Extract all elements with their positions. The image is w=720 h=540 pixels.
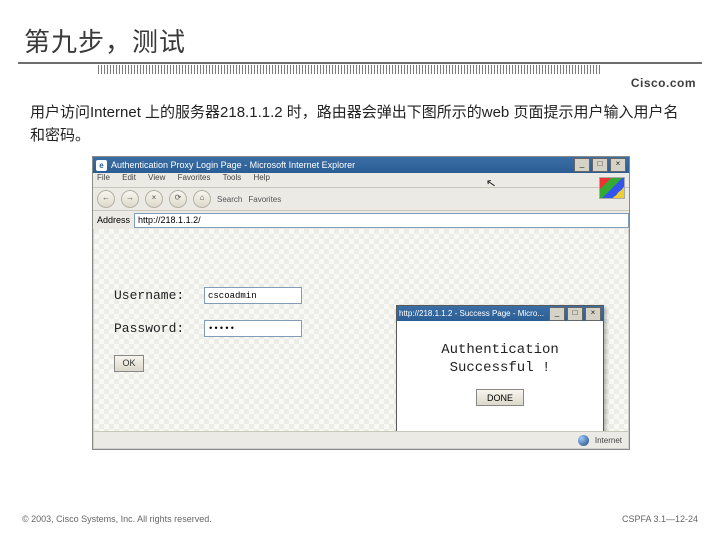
- menu-favorites[interactable]: Favorites: [178, 173, 211, 182]
- cisco-logo-text: Cisco.com: [631, 76, 696, 90]
- slide-title: 第九步，测试: [24, 22, 186, 59]
- login-form: Username: Password: OK: [114, 287, 364, 372]
- favorites-button[interactable]: Favorites: [248, 195, 281, 204]
- status-zone: Internet: [595, 436, 622, 445]
- menu-edit[interactable]: Edit: [122, 173, 136, 182]
- menu-file[interactable]: File: [97, 173, 110, 182]
- search-button[interactable]: Search: [217, 195, 242, 204]
- password-field[interactable]: [204, 320, 302, 337]
- globe-icon: [578, 435, 589, 446]
- popup-titlebar: http://218.1.1.2 - Success Page - Micro.…: [397, 306, 603, 321]
- copyright-text: © 2003, Cisco Systems, Inc. All rights r…: [22, 514, 212, 524]
- popup-maximize-button[interactable]: □: [567, 307, 583, 321]
- cursor-icon: ↖: [485, 175, 497, 191]
- windows-flag-icon: [599, 177, 625, 199]
- home-button[interactable]: ⌂: [193, 190, 211, 208]
- menu-help[interactable]: Help: [254, 173, 270, 182]
- forward-button[interactable]: →: [121, 190, 139, 208]
- back-button[interactable]: ←: [97, 190, 115, 208]
- ie-icon: e: [96, 160, 107, 171]
- stop-button[interactable]: ×: [145, 190, 163, 208]
- slide-body-text: 用户访问Internet 上的服务器218.1.1.2 时，路由器会弹出下图所示…: [30, 102, 690, 147]
- refresh-button[interactable]: ⟳: [169, 190, 187, 208]
- popup-body: Authentication Successful ! DONE: [397, 321, 603, 407]
- address-input[interactable]: [134, 213, 629, 228]
- menu-tools[interactable]: Tools: [223, 173, 242, 182]
- username-label: Username:: [114, 288, 204, 303]
- popup-line1: Authentication: [397, 341, 603, 359]
- ie-menubar: File Edit View Favorites Tools Help: [93, 173, 629, 188]
- minimize-button[interactable]: _: [574, 158, 590, 172]
- close-button[interactable]: ×: [610, 158, 626, 172]
- maximize-button[interactable]: □: [592, 158, 608, 172]
- ie-toolbar: ← → × ⟳ ⌂ Search Favorites: [93, 188, 629, 211]
- username-field[interactable]: [204, 287, 302, 304]
- ie-content-area: Username: Password: OK http://218.1.1.2 …: [94, 229, 628, 431]
- ie-status-bar: Internet: [94, 431, 628, 448]
- menu-view[interactable]: View: [148, 173, 165, 182]
- ok-button[interactable]: OK: [114, 355, 144, 372]
- popup-line2: Successful !: [397, 359, 603, 377]
- popup-title-text: http://218.1.1.2 - Success Page - Micro.…: [399, 309, 544, 318]
- password-label: Password:: [114, 321, 204, 336]
- popup-close-button[interactable]: ×: [585, 307, 601, 321]
- ie-address-bar: Address: [93, 211, 629, 230]
- success-popup-window: http://218.1.1.2 - Success Page - Micro.…: [396, 305, 604, 437]
- ie-window: e Authentication Proxy Login Page - Micr…: [92, 156, 630, 450]
- address-label: Address: [97, 215, 130, 225]
- ie-titlebar: e Authentication Proxy Login Page - Micr…: [93, 157, 629, 173]
- divider-rule: [18, 62, 702, 76]
- popup-minimize-button[interactable]: _: [549, 307, 565, 321]
- ie-window-title: Authentication Proxy Login Page - Micros…: [111, 160, 355, 170]
- slide-number: CSPFA 3.1—12-24: [622, 514, 698, 524]
- done-button[interactable]: DONE: [476, 389, 524, 406]
